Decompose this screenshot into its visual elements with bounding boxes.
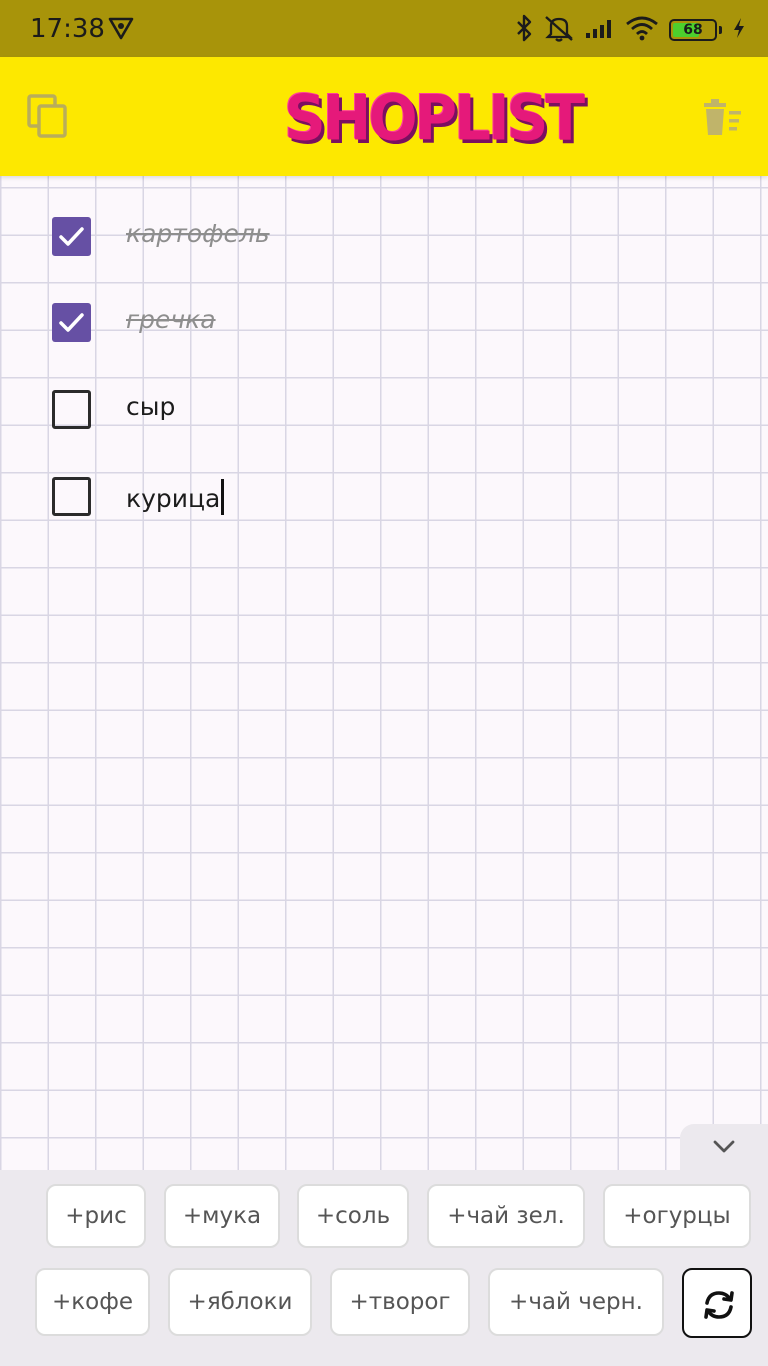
app-logo: SHOPLIST <box>284 81 585 155</box>
item-label[interactable]: сыр <box>126 392 175 421</box>
checkbox-unchecked[interactable] <box>52 390 91 429</box>
chevron-down-icon <box>713 1140 735 1153</box>
suggestion-chip[interactable]: +яблоки <box>168 1268 312 1336</box>
clear-list-icon[interactable] <box>698 95 744 141</box>
battery-cap <box>719 26 722 34</box>
status-bar: 17:38 68 <box>0 0 768 57</box>
item-label[interactable]: картофель <box>126 219 270 248</box>
checkbox-checked[interactable] <box>52 303 91 342</box>
suggestion-chip[interactable]: +кофе <box>35 1268 150 1336</box>
battery-icon: 68 <box>669 19 717 41</box>
suggestion-chip[interactable]: +чай зел. <box>427 1184 585 1248</box>
list-item[interactable]: сыр <box>0 390 768 450</box>
item-input-text: курица <box>126 484 221 513</box>
app-bar: SHOPLIST <box>0 57 768 176</box>
check-icon <box>59 313 84 332</box>
suggestion-chip[interactable]: +огурцы <box>603 1184 751 1248</box>
checkbox-checked[interactable] <box>52 217 91 256</box>
battery-level: 68 <box>683 22 703 38</box>
refresh-suggestions-button[interactable] <box>682 1268 752 1338</box>
list-item[interactable]: курица <box>0 477 768 537</box>
suggestion-chip[interactable]: +чай черн. <box>488 1268 664 1336</box>
item-input[interactable]: курица <box>126 479 225 515</box>
wifi-icon <box>625 15 659 45</box>
refresh-icon <box>704 1291 734 1319</box>
suggestion-chip[interactable]: +соль <box>297 1184 409 1248</box>
item-label[interactable]: гречка <box>126 305 216 334</box>
status-time: 17:38 <box>30 14 105 44</box>
list-item[interactable]: картофель <box>0 217 768 277</box>
silent-icon <box>543 14 575 46</box>
collapse-suggestions-button[interactable] <box>680 1124 768 1172</box>
check-icon <box>59 227 84 246</box>
suggestion-chip[interactable]: +рис <box>46 1184 146 1248</box>
charging-icon <box>732 17 746 43</box>
text-cursor <box>221 479 225 515</box>
checkbox-unchecked[interactable] <box>52 477 91 516</box>
suggestion-chip[interactable]: +творог <box>330 1268 470 1336</box>
list-item[interactable]: гречка <box>0 303 768 363</box>
signal-icon <box>585 17 615 43</box>
bluetooth-icon <box>515 14 533 46</box>
copy-icon[interactable] <box>26 93 70 141</box>
vpn-shield-icon <box>108 16 134 44</box>
status-icons: 68 <box>515 14 746 46</box>
suggestion-chip[interactable]: +мука <box>164 1184 280 1248</box>
